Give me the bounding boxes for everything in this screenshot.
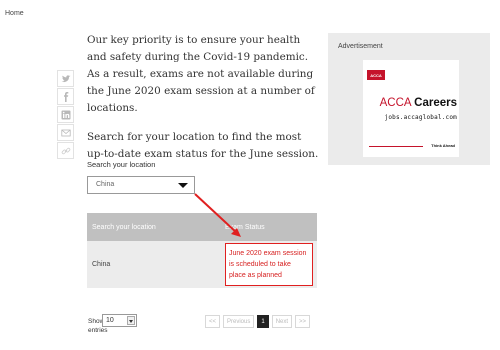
acca-logo: ACCA	[367, 70, 385, 80]
pagination-first-button[interactable]: <<	[205, 315, 221, 328]
table-cell-exam-status: June 2020 exam session is scheduled to t…	[220, 241, 317, 288]
email-icon	[60, 129, 71, 136]
pagination-previous-button[interactable]: Previous	[223, 315, 255, 328]
twitter-icon	[61, 74, 70, 82]
intro-paragraph-priority: Our key priority is to ensure your healt…	[87, 34, 315, 114]
linkedin-icon	[61, 110, 70, 119]
share-rail	[57, 70, 74, 160]
twitter-share-button[interactable]	[57, 70, 74, 87]
entries-length-value: 10	[106, 317, 114, 324]
facebook-share-button[interactable]	[57, 88, 74, 105]
ad-title-prefix: ACCA	[379, 97, 411, 109]
copy-link-button[interactable]	[57, 142, 74, 159]
entries-length-control: Show 10 entries	[88, 314, 137, 334]
link-icon	[61, 147, 70, 154]
location-select[interactable]: China	[87, 176, 195, 194]
table-cell-location: China	[87, 241, 220, 288]
chevron-down-icon	[127, 316, 135, 325]
advertisement-label: Advertisement	[338, 43, 383, 50]
pagination: << Previous 1 Next >>	[205, 315, 311, 328]
chevron-down-icon	[178, 183, 188, 188]
ad-title-bold: Careers	[414, 97, 457, 109]
table-header-row: Search your location Exam Status	[87, 213, 317, 241]
table-row: China June 2020 exam session is schedule…	[87, 241, 317, 288]
ad-divider	[369, 146, 423, 147]
exam-status-text: June 2020 exam session is scheduled to t…	[225, 243, 313, 286]
entries-length-select[interactable]: 10	[102, 314, 137, 327]
column-header-exam-status[interactable]: Exam Status	[220, 213, 317, 241]
location-select-value: China	[96, 181, 115, 188]
entries-label: entries	[88, 327, 108, 334]
exam-status-table: Search your location Exam Status China J…	[87, 213, 317, 288]
advertisement-panel: Advertisement ACCA ACCA Careers jobs.acc…	[328, 33, 490, 165]
column-header-location[interactable]: Search your location	[87, 213, 220, 241]
acca-careers-ad[interactable]: ACCA ACCA Careers jobs.accaglobal.com Th…	[363, 60, 459, 157]
facebook-icon	[63, 91, 68, 102]
linkedin-share-button[interactable]	[57, 106, 74, 123]
location-search-label: Search your location	[87, 160, 156, 169]
pagination-current-page[interactable]: 1	[257, 315, 269, 328]
breadcrumb: Home	[5, 10, 24, 17]
ad-url: jobs.accaglobal.com	[384, 114, 457, 121]
intro-text: Our key priority is to ensure your healt…	[87, 32, 320, 175]
breadcrumb-home-link[interactable]: Home	[5, 10, 24, 17]
ad-title: ACCA Careers	[363, 97, 457, 109]
pagination-last-button[interactable]: >>	[295, 315, 311, 328]
intro-paragraph-search: Search for your location to find the mos…	[87, 131, 319, 160]
email-share-button[interactable]	[57, 124, 74, 141]
pagination-next-button[interactable]: Next	[271, 315, 293, 328]
ad-tagline: Think Ahead	[431, 143, 455, 148]
